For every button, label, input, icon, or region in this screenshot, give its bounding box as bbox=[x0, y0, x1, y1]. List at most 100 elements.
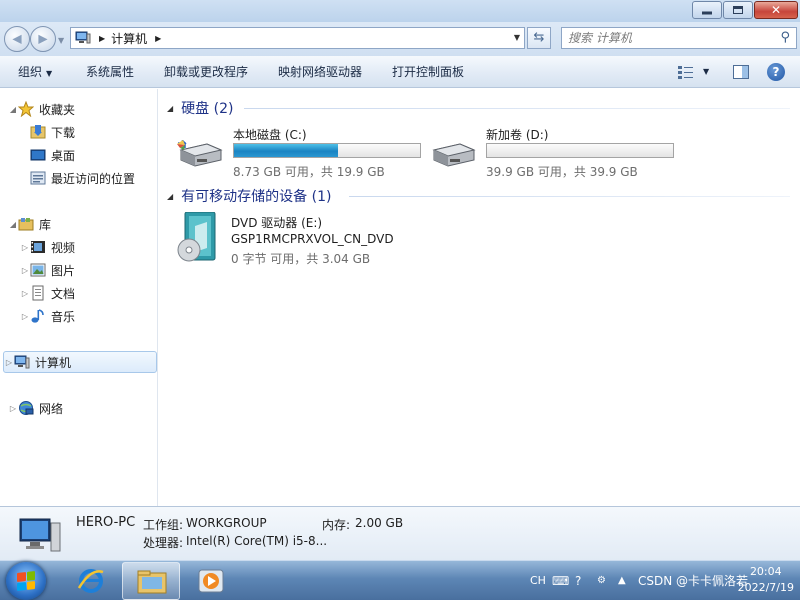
hard-disks-group-header[interactable]: ◢ 硬盘 (2) bbox=[167, 98, 233, 118]
uninstall-program-button[interactable]: 卸载或更改程序 bbox=[164, 56, 248, 88]
drive-name: 本地磁盘 (C:) bbox=[233, 128, 307, 142]
nav-videos[interactable]: ▷ 视频 bbox=[20, 236, 75, 258]
computer-icon bbox=[75, 31, 91, 45]
system-properties-button[interactable]: 系统属性 bbox=[86, 56, 134, 88]
expanded-arrow-icon[interactable]: ◢ bbox=[8, 105, 18, 114]
nav-downloads[interactable]: 下载 bbox=[30, 121, 75, 143]
collapsed-arrow-icon[interactable]: ▷ bbox=[8, 404, 18, 413]
taskbar-media-player-button[interactable] bbox=[182, 562, 240, 600]
drive-item-c[interactable]: 本地磁盘 (C:) 8.73 GB 可用，共 19.9 GB bbox=[177, 126, 427, 182]
nav-network[interactable]: ▷ 网络 bbox=[8, 397, 63, 419]
back-arrow-icon: ◀ bbox=[12, 31, 22, 46]
nav-documents[interactable]: ▷ 文档 bbox=[20, 282, 75, 304]
address-history-dropdown[interactable]: ▼ bbox=[514, 33, 520, 42]
removable-group-header[interactable]: ◢ 有可移动存储的设备 (1) bbox=[167, 186, 331, 206]
dvd-drive-item[interactable]: DVD 驱动器 (E:) GSP1RMCPRXVOL_CN_DVD 0 字节 可… bbox=[177, 211, 477, 272]
computer-name: HERO-PC bbox=[76, 515, 136, 530]
nav-computer[interactable]: ▷ 计算机 bbox=[3, 351, 157, 373]
organize-menu[interactable]: 组织 ▼ bbox=[18, 56, 52, 88]
open-control-panel-button[interactable]: 打开控制面板 bbox=[392, 56, 464, 88]
help-icon[interactable]: ? bbox=[767, 63, 785, 81]
nav-documents-label: 文档 bbox=[51, 286, 76, 301]
nav-libraries-label: 库 bbox=[39, 217, 52, 232]
preview-pane-icon[interactable] bbox=[733, 65, 749, 79]
collapsed-arrow-icon[interactable]: ▷ bbox=[20, 289, 30, 298]
map-network-drive-button[interactable]: 映射网络驱动器 bbox=[278, 56, 362, 88]
command-bar: 组织 ▼ 系统属性 卸载或更改程序 映射网络驱动器 打开控制面板 ▼ ? bbox=[0, 56, 800, 88]
collapsed-arrow-icon[interactable]: ▷ bbox=[20, 266, 30, 275]
organize-label: 组织 bbox=[18, 65, 43, 79]
drive-usage-bar bbox=[486, 143, 674, 158]
show-hidden-icons-icon[interactable]: ▲ bbox=[618, 561, 626, 600]
change-view-icon[interactable] bbox=[678, 65, 694, 79]
back-button[interactable]: ◀ bbox=[4, 26, 30, 52]
collapsed-arrow-icon[interactable]: ▷ bbox=[4, 358, 14, 367]
processor-label: 处理器: bbox=[143, 536, 184, 550]
chevron-down-icon: ▼ bbox=[46, 69, 53, 78]
processor-value: Intel(R) Core(TM) i5-8... bbox=[186, 534, 328, 548]
drive-item-d[interactable]: 新加卷 (D:) 39.9 GB 可用，共 39.9 GB bbox=[430, 126, 680, 182]
internet-explorer-icon bbox=[77, 569, 104, 593]
downloads-folder-icon bbox=[30, 124, 46, 140]
nav-music[interactable]: ▷ 音乐 bbox=[20, 305, 75, 327]
maximize-button[interactable] bbox=[723, 1, 753, 19]
pictures-icon bbox=[30, 262, 46, 278]
close-button[interactable]: ✕ bbox=[754, 1, 798, 19]
help-tray-icon[interactable]: ? bbox=[575, 561, 581, 600]
dvd-free-space: 0 字节 可用，共 3.04 GB bbox=[231, 252, 371, 266]
removable-group-label: 有可移动存储的设备 (1) bbox=[181, 189, 332, 205]
search-icon[interactable]: ⚲ bbox=[780, 30, 790, 45]
documents-icon bbox=[30, 285, 46, 301]
expanded-arrow-icon[interactable]: ◢ bbox=[8, 220, 18, 229]
recent-pages-dropdown[interactable]: ▼ bbox=[58, 36, 66, 45]
nav-favorites[interactable]: ◢ 收藏夹 bbox=[8, 98, 75, 120]
computer-icon bbox=[18, 515, 62, 555]
minimize-icon bbox=[702, 11, 712, 15]
system-clock[interactable]: 20:04 2022/7/19 bbox=[738, 564, 794, 596]
expanded-arrow-icon[interactable]: ◢ bbox=[167, 192, 173, 201]
search-box[interactable]: ⚲ bbox=[561, 27, 797, 49]
input-settings-icon[interactable]: ⚙ bbox=[597, 561, 606, 600]
language-indicator[interactable]: CH bbox=[530, 561, 546, 600]
nav-recent-places[interactable]: 最近访问的位置 bbox=[30, 167, 135, 189]
nav-recent-places-label: 最近访问的位置 bbox=[51, 171, 136, 186]
expanded-arrow-icon[interactable]: ◢ bbox=[167, 104, 173, 113]
breadcrumb-separator-icon[interactable]: ▶ bbox=[155, 34, 161, 43]
forward-button[interactable]: ▶ bbox=[30, 26, 56, 52]
keyboard-icon[interactable]: ⌨ bbox=[552, 561, 569, 600]
collapsed-arrow-icon[interactable]: ▷ bbox=[20, 312, 30, 321]
search-input[interactable] bbox=[562, 28, 762, 48]
refresh-icon: ⇆ bbox=[533, 30, 545, 45]
maximize-icon bbox=[733, 6, 743, 14]
taskbar: CH ⌨ ? ⚙ ▲ CSDN @卡卡佩洛若 20:04 2022/7/19 bbox=[0, 560, 800, 600]
hard-drive-icon bbox=[430, 140, 478, 170]
minimize-button[interactable] bbox=[692, 1, 722, 19]
nav-desktop[interactable]: 桌面 bbox=[30, 144, 75, 166]
nav-libraries[interactable]: ◢ 库 bbox=[8, 213, 51, 235]
drive-free-space: 8.73 GB 可用，共 19.9 GB bbox=[233, 165, 385, 179]
clock-time: 20:04 bbox=[749, 565, 782, 578]
memory-value: 2.00 GB bbox=[355, 516, 404, 530]
view-options-dropdown[interactable]: ▼ bbox=[703, 56, 709, 88]
nav-pictures[interactable]: ▷ 图片 bbox=[20, 259, 75, 281]
workgroup-value: WORKGROUP bbox=[186, 516, 267, 530]
network-icon bbox=[18, 400, 34, 416]
star-icon bbox=[17, 100, 35, 118]
forward-arrow-icon: ▶ bbox=[38, 31, 48, 46]
library-icon bbox=[18, 216, 34, 232]
taskbar-explorer-button[interactable] bbox=[122, 562, 180, 600]
hard-disks-group-label: 硬盘 (2) bbox=[181, 101, 234, 117]
collapsed-arrow-icon[interactable]: ▷ bbox=[20, 243, 30, 252]
breadcrumb-separator-icon[interactable]: ▶ bbox=[99, 34, 105, 43]
nav-pictures-label: 图片 bbox=[51, 263, 76, 278]
address-bar[interactable]: ▶ 计算机 ▶ ▼ bbox=[70, 27, 525, 49]
clock-date: 2022/7/19 bbox=[737, 581, 794, 594]
memory-label: 内存: bbox=[322, 518, 351, 532]
taskbar-ie-button[interactable] bbox=[62, 562, 120, 600]
breadcrumb-computer[interactable]: 计算机 bbox=[111, 30, 147, 47]
refresh-button[interactable]: ⇆ bbox=[527, 27, 551, 49]
folder-icon bbox=[137, 570, 167, 594]
title-bar[interactable]: ✕ bbox=[0, 0, 800, 22]
nav-computer-label: 计算机 bbox=[35, 355, 72, 370]
start-button[interactable] bbox=[6, 562, 46, 600]
